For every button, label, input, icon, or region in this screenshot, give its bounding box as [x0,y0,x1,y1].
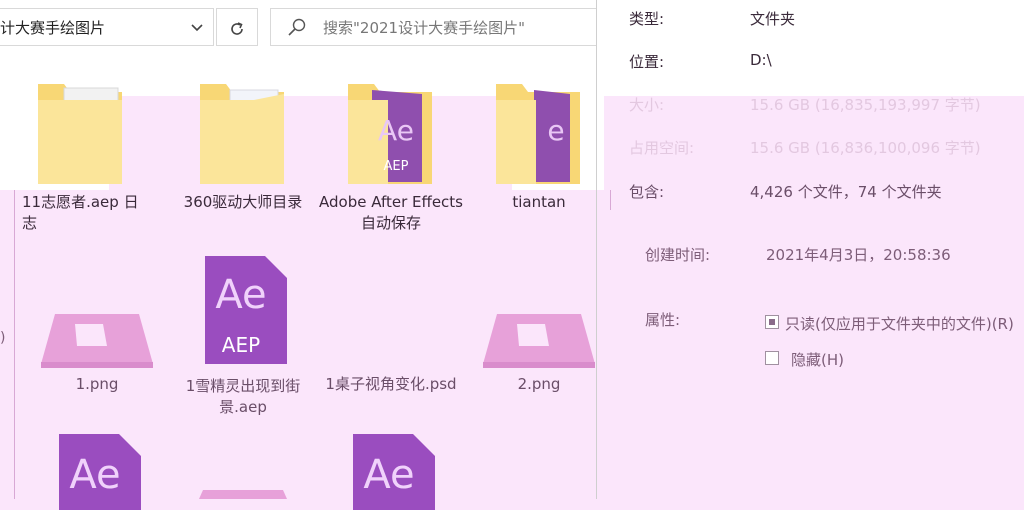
file-name: 1桌子视角变化.psd [325,375,457,393]
prop-value: D:\ [750,51,772,69]
hidden-checkbox[interactable]: 隐藏(H) [765,349,844,369]
address-path: 计大赛手绘图片 [0,19,106,37]
properties-panel: 类型: 文件夹 位置: D:\ 大小: 15.6 GB (16,835,193,… [596,0,1024,499]
aep-file-icon: Ae [353,434,435,510]
svg-text:AEP: AEP [384,159,409,174]
image-file-icon [483,314,595,368]
truncated-text: ) [0,330,6,346]
file-item[interactable] [168,480,318,499]
file-name: Adobe After Effects 自动保存 [319,193,463,232]
file-item[interactable]: Ae [22,430,172,510]
search-box[interactable]: 搜索"2021设计大赛手绘图片" [270,8,596,46]
prop-value: 2021年4月3日，20:58:36 [766,246,951,264]
prop-value: 4,426 个文件，74 个文件夹 [750,183,942,201]
folder-ae-icon: Ae AEP [348,84,432,184]
ae-text: Ae [215,272,266,318]
chevron-down-icon[interactable] [191,9,203,62]
folder-icon [38,84,122,184]
prop-value: 文件夹 [750,10,796,28]
aep-text: AEP [222,333,260,357]
aep-file-icon: Ae AEP [205,256,287,364]
prop-label: 包含: [629,183,665,201]
file-item[interactable]: 1.png [22,296,172,395]
folder-item[interactable]: 360驱动大师目录 [168,78,318,213]
file-name: 2.png [517,375,561,393]
file-name: tiantan [512,193,566,211]
aep-file-icon: Ae [59,434,141,510]
image-file-icon [41,314,153,368]
prop-label: 位置: [629,53,665,71]
prop-value: 15.6 GB (16,836,100,096 字节) [750,139,981,157]
checkbox-icon[interactable] [765,315,779,329]
folder-item[interactable]: Ae AEP Adobe After Effects 自动保存 [316,78,466,234]
prop-label: 类型: [629,10,665,28]
address-bar[interactable]: 计大赛手绘图片 [0,8,214,46]
file-item[interactable]: 2.png [464,296,614,395]
refresh-button[interactable] [216,8,258,46]
file-item[interactable]: Ae [316,430,466,510]
prop-label: 属性: [645,311,681,329]
folder-ae-icon: e [496,84,580,184]
svg-text:Ae: Ae [378,114,414,147]
divider [14,190,15,499]
refresh-icon [228,15,246,39]
folder-item[interactable]: 11志愿者.aep 日志 [22,78,172,234]
search-icon [287,17,307,41]
svg-text:Ae: Ae [363,452,414,498]
toolbar: 计大赛手绘图片 搜索"2021设计大赛手绘图片" [0,0,596,62]
prop-value: 15.6 GB (16,835,193,997 字节) [750,96,981,114]
prop-label: 创建时间: [645,246,711,264]
file-name: 11志愿者.aep 日志 [22,193,139,232]
checkbox-icon[interactable] [765,351,779,365]
image-file-icon [199,490,287,499]
file-name: 1雪精灵出现到街景.aep [185,377,301,416]
checkbox-label: 隐藏(H) [791,351,844,369]
file-item[interactable]: Ae AEP 1雪精灵出现到街景.aep [168,252,318,418]
file-name: 360驱动大师目录 [183,193,303,211]
svg-text:Ae: Ae [69,452,120,498]
readonly-checkbox[interactable]: 只读(仅应用于文件夹中的文件)(R) [765,313,1014,333]
svg-text:e: e [547,114,564,147]
prop-label: 占用空间: [629,139,695,157]
prop-label: 大小: [629,96,665,114]
file-item[interactable]: 1桌子视角变化.psd [316,360,466,395]
folder-icon [200,84,284,184]
checkbox-label: 只读(仅应用于文件夹中的文件)(R) [785,315,1014,333]
search-input[interactable]: 搜索"2021设计大赛手绘图片" [323,9,525,47]
folder-item[interactable]: e tiantan [464,78,614,213]
file-name: 1.png [75,375,119,393]
